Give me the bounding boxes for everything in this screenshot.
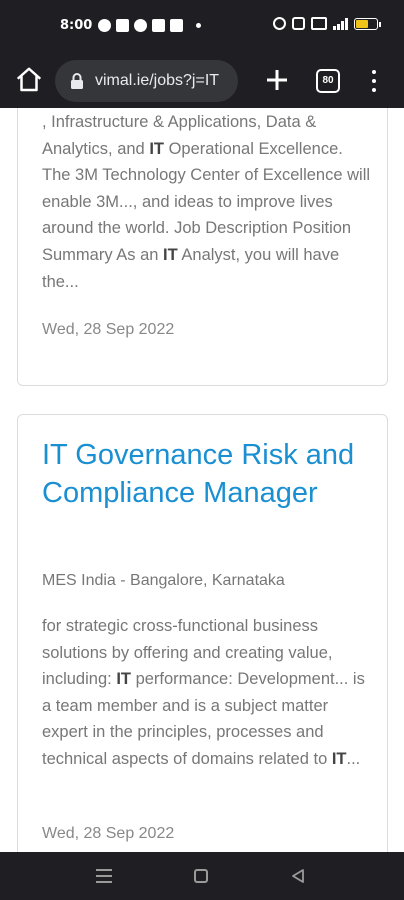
recents-button[interactable] — [96, 869, 112, 883]
status-bar: 8:00 — [0, 0, 404, 54]
status-time: 8:00 — [60, 18, 93, 33]
tab-switcher-button[interactable]: 80 — [316, 69, 340, 93]
job-title-link[interactable]: IT Governance Risk and Compliance Manage… — [42, 437, 372, 512]
more-menu-button[interactable] — [364, 66, 384, 96]
notification-icons — [98, 19, 201, 32]
vibrate-icon — [292, 17, 305, 30]
more-notifications-dot — [196, 23, 201, 28]
job-result-card: , Infrastructure & Applications, Data & … — [17, 108, 388, 386]
message-icon — [152, 19, 165, 32]
home-icon — [16, 67, 42, 92]
signal-icon — [333, 17, 348, 30]
more-vert-icon — [372, 70, 376, 74]
alarm-icon — [273, 17, 286, 30]
browser-toolbar: vimal.ie/jobs?j=IT 80 — [0, 54, 404, 108]
system-icons — [273, 17, 381, 30]
url-text: vimal.ie/jobs?j=IT — [95, 72, 220, 89]
back-icon[interactable] — [290, 868, 306, 884]
job-snippet: for strategic cross-functional business … — [42, 617, 365, 768]
mail-icon — [116, 19, 129, 32]
job-result-card: IT Governance Risk and Compliance Manage… — [17, 414, 388, 852]
chat-icon — [134, 19, 147, 32]
address-bar[interactable]: vimal.ie/jobs?j=IT — [55, 60, 238, 102]
home-button[interactable] — [14, 65, 44, 95]
app-notification-icon — [98, 19, 111, 32]
home-nav-button[interactable] — [194, 869, 208, 883]
job-date: Wed, 28 Sep 2022 — [42, 321, 175, 338]
job-company: MES India - Bangalore, Karnataka — [42, 572, 285, 589]
page-content[interactable]: , Infrastructure & Applications, Data & … — [0, 108, 404, 852]
plus-icon — [267, 70, 287, 90]
battery-icon — [354, 17, 381, 30]
lock-icon — [71, 73, 83, 89]
system-nav-bar — [0, 852, 404, 900]
linkedin-icon — [170, 19, 183, 32]
job-snippet: , Infrastructure & Applications, Data & … — [42, 113, 371, 291]
wifi-icon — [311, 17, 327, 30]
job-date: Wed, 28 Sep 2022 — [42, 825, 175, 842]
new-tab-button[interactable] — [262, 65, 292, 95]
